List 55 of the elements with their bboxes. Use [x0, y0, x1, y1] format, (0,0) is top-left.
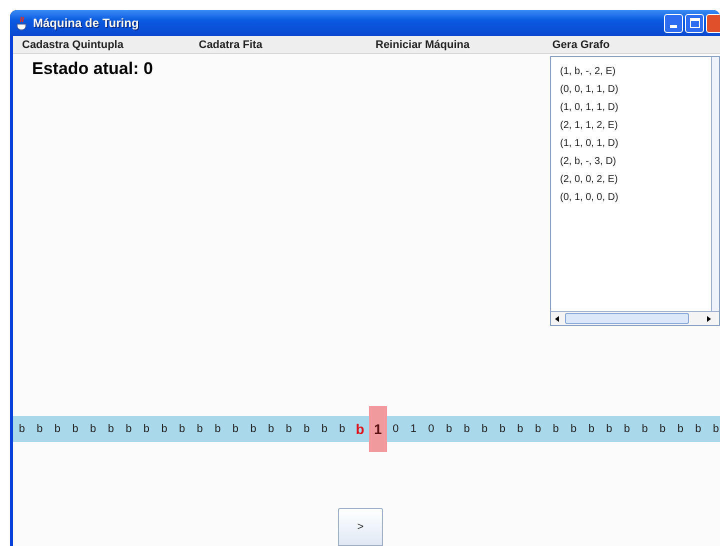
tape-cell-text: b	[622, 422, 632, 437]
quintuple-item[interactable]: (2, 1, 1, 2, E)	[560, 117, 711, 135]
tape-cell-text: b	[53, 422, 62, 437]
quintuple-item[interactable]: (1, 1, 0, 1, D)	[560, 135, 711, 153]
tape-cell-text: b	[214, 422, 222, 437]
tape-cell-text: b	[462, 422, 471, 437]
tape-cell-text: b	[570, 422, 578, 437]
tape-cell-text: b	[160, 422, 168, 437]
tape-cell-text: b	[587, 422, 596, 437]
tape-cell-text: b	[498, 422, 506, 437]
quintuple-item[interactable]: (2, 0, 0, 2, E)	[560, 171, 711, 189]
tape-cell-text: 0	[392, 422, 400, 437]
tape-cell-text: 1	[409, 422, 418, 437]
window-title: Máquina de Turing	[33, 15, 139, 32]
tape-cell-text: b	[178, 422, 186, 437]
tape-cell-text: b	[320, 422, 328, 437]
tape-cell-text: b	[480, 422, 489, 437]
quintuple-item[interactable]: (0, 0, 1, 1, D)	[560, 81, 711, 99]
tape-cell-text: b	[712, 422, 720, 437]
tape-cell-text: b	[142, 422, 151, 437]
menu-item[interactable]: Cadatra Fita	[190, 36, 366, 53]
quintuple-item[interactable]: (0, 1, 0, 0, D)	[560, 189, 711, 207]
tape-cell-text: b	[640, 422, 649, 437]
current-state-label: Estado atual: 0	[32, 59, 153, 78]
tape-cell-text: b	[106, 422, 115, 437]
tape-cell-text: b	[231, 422, 240, 437]
tape-cell-text: b	[676, 422, 684, 437]
tape-cell-text: b	[658, 422, 667, 437]
quintuple-item[interactable]: (2, b, -, 3, D)	[560, 153, 711, 171]
tape-cell-text: b	[249, 422, 258, 437]
tape-cell-text: b	[266, 422, 276, 437]
tape-cell-text: b	[302, 422, 311, 437]
step-button[interactable]: >	[338, 508, 383, 546]
menu-item[interactable]: Gera Grafo	[543, 36, 720, 53]
tape-cell-text: b	[552, 422, 560, 437]
tape-cell-text: b	[338, 422, 346, 437]
tape-cell-text: b	[71, 422, 80, 437]
tape-cell-text: b	[18, 422, 26, 437]
tape-cell-text: b	[354, 420, 366, 438]
tape-cell-text: b	[516, 422, 524, 437]
tape-cell: 1	[368, 406, 387, 452]
tape-cell-text: b	[284, 422, 293, 437]
menu-item[interactable]: Reiniciar Máquina	[366, 36, 544, 53]
menu-item[interactable]: Cadastra Quintupla	[13, 36, 190, 53]
tape-cell-text: b	[196, 422, 204, 437]
quintuple-item[interactable]: (1, b, -, 2, E)	[560, 63, 711, 81]
tape-cell-text: b	[124, 422, 133, 437]
tape-cell-text: b	[534, 422, 542, 437]
tape-cell-text: b	[605, 422, 614, 437]
tape-cell-text: b	[444, 422, 454, 437]
tape-cell-text: b	[36, 422, 44, 437]
tape-cell-text: b	[694, 422, 702, 437]
tape-cell-text: b	[89, 422, 98, 437]
tape-cell-text: 0	[427, 422, 436, 437]
quintuple-item[interactable]: (1, 0, 1, 1, D)	[560, 99, 711, 117]
